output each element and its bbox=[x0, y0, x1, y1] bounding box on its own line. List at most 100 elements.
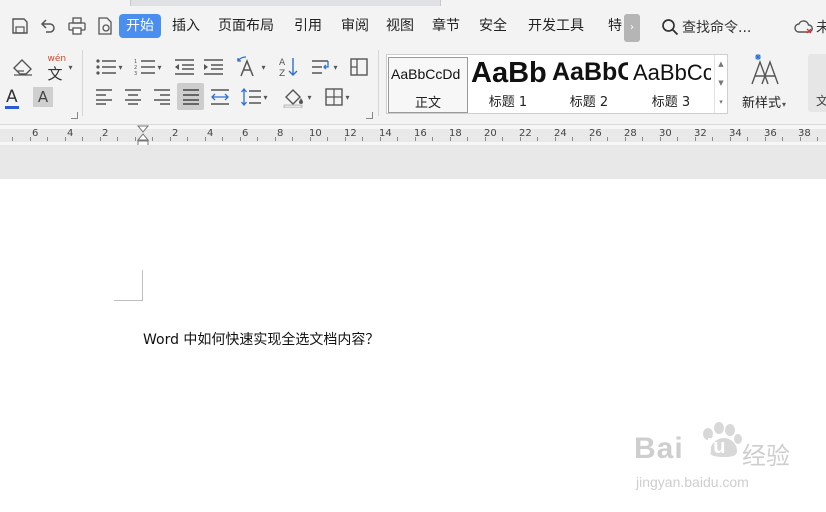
ruler-tick bbox=[152, 137, 153, 141]
decrease-indent-button[interactable] bbox=[172, 56, 196, 78]
command-search[interactable]: 查找命令... bbox=[661, 15, 751, 39]
font-color-icon: A bbox=[5, 87, 21, 109]
margin-corner-mark bbox=[142, 270, 143, 300]
tab-review[interactable]: 审阅 bbox=[341, 14, 369, 38]
ruler-tick bbox=[467, 137, 468, 141]
style-heading-1[interactable]: AaBb 标题 1 bbox=[469, 57, 547, 111]
ruler-number: 2 bbox=[102, 128, 109, 139]
chevron-down-icon: ▾ bbox=[261, 62, 266, 72]
chevron-down-icon: ▾ bbox=[333, 62, 338, 72]
ruler-tick bbox=[292, 137, 293, 141]
more-tabs-button[interactable]: › bbox=[624, 14, 640, 42]
watermark-brand: Bai bbox=[634, 432, 684, 465]
print-icon[interactable] bbox=[67, 16, 87, 36]
ruler-tick bbox=[800, 137, 801, 141]
chevron-down-icon: ▾ bbox=[263, 92, 268, 102]
style-sample: AaBbCc bbox=[633, 60, 711, 85]
ruler-tick bbox=[362, 137, 363, 141]
tab-features[interactable]: 特 bbox=[608, 14, 622, 38]
paragraph-dialog-launcher[interactable] bbox=[366, 112, 373, 119]
new-style-button[interactable]: 新样式▾ bbox=[734, 52, 794, 114]
line-spacing-icon bbox=[241, 88, 262, 106]
align-left-button[interactable] bbox=[92, 86, 116, 108]
style-heading-2[interactable]: AaBbC 标题 2 bbox=[550, 57, 628, 111]
show-hide-marks-button[interactable] bbox=[347, 55, 371, 79]
text-tools-label: 文 bbox=[816, 94, 826, 108]
align-left-icon bbox=[96, 89, 112, 105]
decrease-indent-icon bbox=[175, 59, 194, 75]
tab-security[interactable]: 安全 bbox=[479, 14, 507, 38]
ruler-tick bbox=[65, 137, 66, 141]
ruler-tick bbox=[100, 137, 101, 141]
bullet-list-icon bbox=[96, 59, 117, 75]
line-spacing-button[interactable]: ▾ bbox=[237, 86, 271, 108]
distributed-align-button[interactable] bbox=[208, 86, 232, 108]
ruler-tick bbox=[695, 137, 696, 141]
font-color-button[interactable]: A bbox=[0, 86, 26, 110]
horizontal-ruler[interactable]: 6 4 2 2 4 6 8 10 12 14 16 18 20 22 24 26… bbox=[0, 125, 826, 145]
tab-chapter[interactable]: 章节 bbox=[432, 14, 460, 38]
print-preview-icon[interactable] bbox=[95, 16, 115, 36]
ruler-tick bbox=[310, 137, 311, 141]
gallery-expand-icon[interactable]: ▾ bbox=[715, 93, 727, 112]
text-tools-button[interactable]: 文 bbox=[808, 54, 826, 112]
group-separator bbox=[82, 50, 83, 116]
ruler-tick bbox=[397, 137, 398, 141]
clear-format-button[interactable] bbox=[10, 56, 36, 78]
gallery-scroll[interactable]: ▲ ▼ ▾ bbox=[714, 55, 727, 113]
ruler-tick bbox=[187, 137, 188, 141]
style-label: 标题 1 bbox=[488, 95, 528, 110]
document-paragraph[interactable]: Word 中如何快速实现全选文档内容？ bbox=[143, 329, 379, 349]
chinese-layout-button[interactable]: ▾ bbox=[307, 56, 341, 78]
watermark-brand-2: du bbox=[700, 436, 727, 458]
ruler-tick bbox=[222, 137, 223, 141]
chevron-down-icon: ▾ bbox=[307, 92, 312, 102]
tab-developer-tools[interactable]: 开发工具 bbox=[528, 14, 584, 38]
paint-bucket-icon bbox=[284, 89, 304, 108]
justify-button[interactable] bbox=[177, 83, 204, 110]
increase-indent-button[interactable] bbox=[201, 56, 225, 78]
text-direction-button[interactable]: ▾ bbox=[233, 54, 269, 80]
shading-button[interactable]: ▾ bbox=[279, 84, 315, 110]
style-heading-3[interactable]: AaBbCc 标题 3 bbox=[631, 57, 711, 111]
ruler-tick bbox=[747, 137, 748, 141]
tab-references[interactable]: 引用 bbox=[294, 14, 322, 38]
align-right-button[interactable] bbox=[150, 86, 174, 108]
svg-text:A: A bbox=[279, 58, 286, 68]
ruler-number: 8 bbox=[277, 128, 284, 139]
style-normal[interactable]: AaBbCcDd 正文 bbox=[388, 57, 468, 113]
borders-button[interactable]: ▾ bbox=[320, 86, 354, 108]
svg-text:Z: Z bbox=[279, 69, 285, 78]
cloud-label: 未 bbox=[816, 20, 826, 36]
distributed-align-icon bbox=[211, 89, 229, 105]
tab-insert[interactable]: 插入 bbox=[172, 14, 200, 38]
chevron-down-icon: ▾ bbox=[157, 62, 162, 72]
style-sample: AaBb bbox=[471, 57, 547, 89]
style-gallery: AaBbCcDd 正文 AaBb 标题 1 AaBbC 标题 2 AaBbCc … bbox=[386, 54, 728, 114]
font-dialog-launcher[interactable] bbox=[71, 112, 78, 119]
phonetic-guide-button[interactable]: wén 文 ▾ bbox=[42, 53, 76, 83]
sort-button[interactable]: AZ bbox=[275, 54, 301, 80]
justify-icon bbox=[182, 88, 199, 105]
numbered-list-button[interactable]: 123 ▾ bbox=[131, 56, 165, 78]
table-frame-icon bbox=[350, 58, 368, 76]
ribbon-home: wén 文 ▾ A A ▾ 123 ▾ ▾ AZ ▾ ▾ ▾ ▾ AaBbCcD… bbox=[0, 44, 826, 125]
tab-view[interactable]: 视图 bbox=[386, 14, 414, 38]
tab-page-layout[interactable]: 页面布局 bbox=[218, 14, 274, 38]
ruler-tick bbox=[555, 137, 556, 141]
character-shading-button[interactable]: A bbox=[33, 87, 53, 107]
chevron-down-icon: ▾ bbox=[782, 100, 787, 109]
undo-icon[interactable] bbox=[38, 16, 58, 36]
tab-home[interactable]: 开始 bbox=[119, 14, 161, 38]
font-color-glyph: A bbox=[6, 87, 18, 107]
bullet-list-button[interactable]: ▾ bbox=[92, 56, 126, 78]
chevron-up-icon[interactable]: ▲ bbox=[715, 55, 727, 74]
align-center-button[interactable] bbox=[121, 86, 145, 108]
chevron-down-icon[interactable]: ▼ bbox=[715, 74, 727, 93]
ruler-tick bbox=[782, 137, 783, 141]
ruler-tick bbox=[677, 137, 678, 141]
cloud-sync-button[interactable]: 未 bbox=[794, 15, 826, 39]
ruler-tick bbox=[432, 137, 433, 141]
save-icon[interactable] bbox=[10, 16, 30, 36]
ruler-tick bbox=[450, 137, 451, 141]
